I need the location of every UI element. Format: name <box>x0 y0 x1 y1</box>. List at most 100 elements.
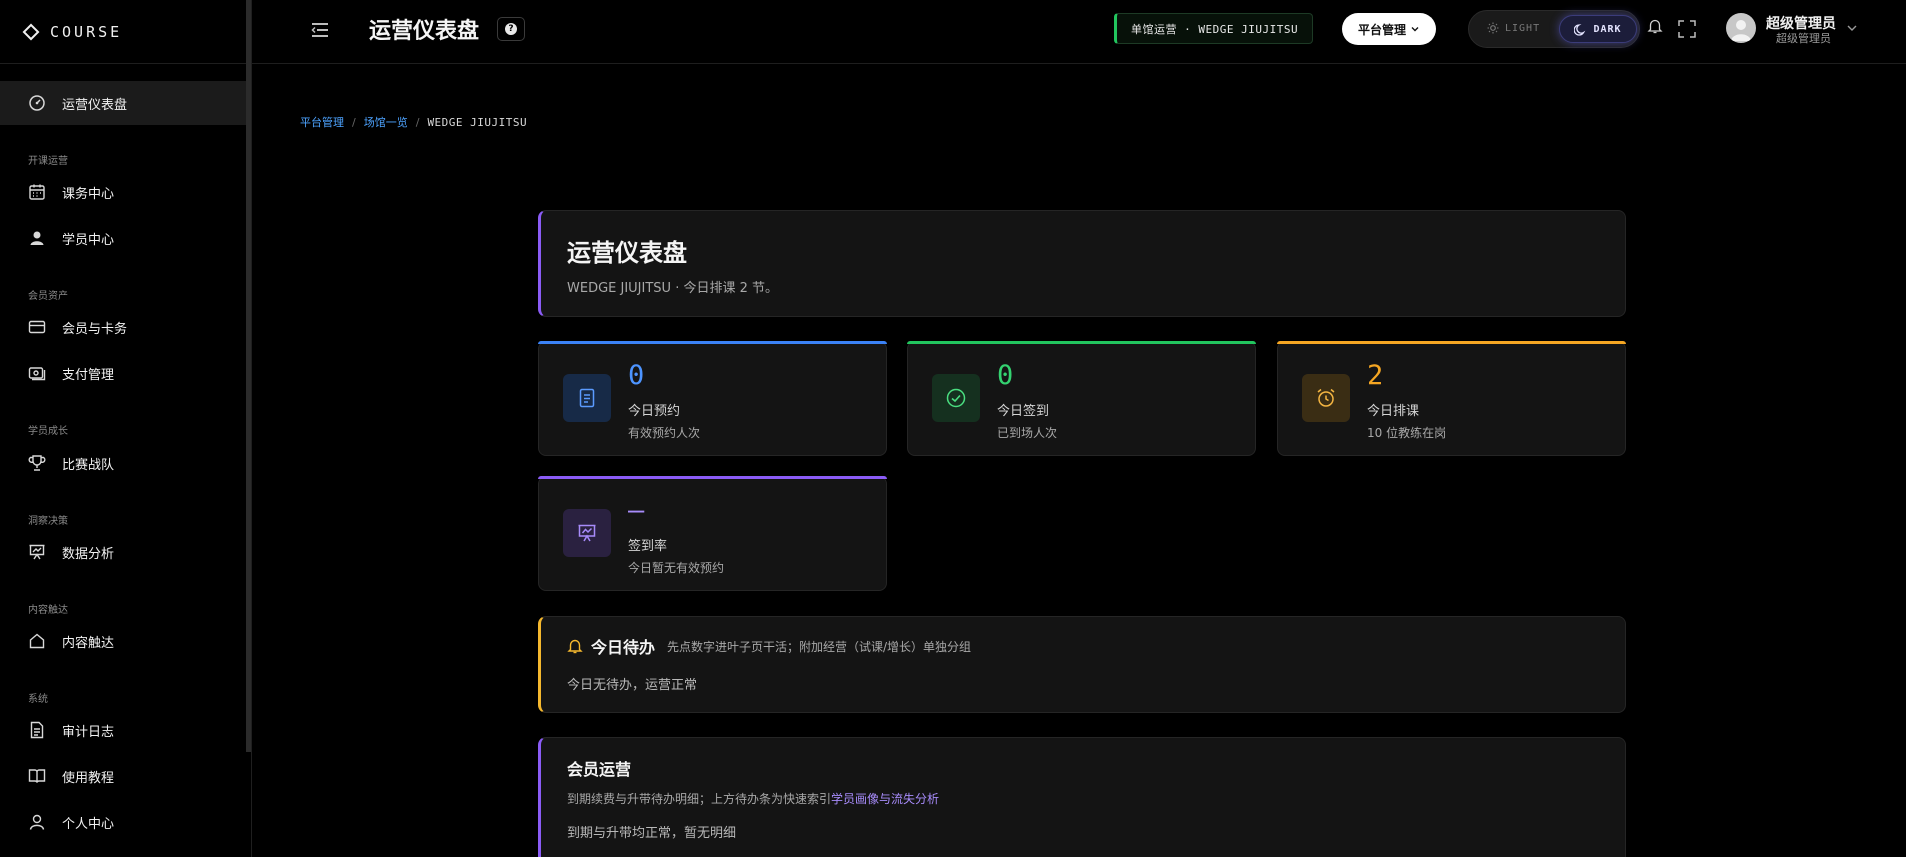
stat-value: 2 <box>1367 360 1384 391</box>
menu-collapse-icon[interactable] <box>310 20 330 40</box>
calendar-icon <box>29 184 45 200</box>
brand-name: COURSE <box>50 22 123 41</box>
fullscreen-icon[interactable] <box>1678 20 1696 38</box>
sidebar-item-tutorial[interactable]: 使用教程 <box>28 766 114 786</box>
todo-title: 今日待办 <box>591 638 656 657</box>
member-empty-message: 到期与升带均正常，暂无明细 <box>567 826 737 841</box>
check-circle-icon <box>946 388 966 408</box>
stat-value: 0 <box>997 360 1014 391</box>
dashboard-hero-card: 运营仪表盘 WEDGE JIUJITSU · 今日排课 2 节。 <box>538 210 1626 317</box>
sidebar-item-profile[interactable]: 个人中心 <box>28 812 114 832</box>
avatar-user-icon <box>1731 20 1751 41</box>
stat-value: — <box>628 495 645 526</box>
stat-accent-bar <box>1277 341 1626 344</box>
home-icon <box>29 633 45 649</box>
stat-label: 今日预约 <box>628 404 681 419</box>
todo-description: 先点数字进叶子页干活；附加经营（试课/增长）单独分组 <box>667 639 972 654</box>
sidebar-item-label: 使用教程 <box>62 770 115 786</box>
presentation-icon <box>578 524 596 542</box>
top-header: 运营仪表盘 ? 单馆运营 · WEDGE JIUJITSU 平台管理 LIGHT… <box>252 0 1906 64</box>
sidebar-item-analytics[interactable]: 数据分析 <box>28 542 114 562</box>
bell-icon[interactable] <box>1647 18 1663 34</box>
theme-dark-option[interactable]: DARK <box>1559 15 1637 43</box>
help-button[interactable]: ? <box>497 17 525 41</box>
sidebar-item-label: 课务中心 <box>62 186 115 202</box>
sidebar: COURSE 运营仪表盘 开课运营 课务中心 学员中心 会员资产 会员与卡务 支… <box>0 0 252 857</box>
member-operations-card: 会员运营 到期续费与升带待办明细；上方待办条为快速索引学员画像与流失分析 到期与… <box>538 737 1626 857</box>
stat-card-checkin-rate[interactable]: — 签到率 今日暂无有效预约 <box>538 476 887 591</box>
help-icon: ? <box>505 23 517 35</box>
stat-accent-bar <box>538 476 887 479</box>
sidebar-section-label: 系统 <box>28 694 48 705</box>
chevron-down-icon <box>1411 27 1419 32</box>
moon-icon <box>1574 23 1586 36</box>
sidebar-section-label: 会员资产 <box>28 291 68 302</box>
sidebar-section-label: 学员成长 <box>28 426 68 437</box>
stat-label: 今日排课 <box>1367 404 1420 419</box>
breadcrumb-current: WEDGE JIUJITSU <box>427 115 528 129</box>
sidebar-item-audit-log[interactable]: 审计日志 <box>28 720 114 740</box>
sidebar-item-membership[interactable]: 会员与卡务 <box>28 317 127 337</box>
breadcrumb-separator: / <box>352 115 356 129</box>
gauge-icon <box>29 95 45 111</box>
theme-dark-label: DARK <box>1593 23 1622 35</box>
breadcrumb-link-platform[interactable]: 平台管理 <box>300 114 344 130</box>
sidebar-item-label: 运营仪表盘 <box>62 97 128 113</box>
sidebar-item-teams[interactable]: 比赛战队 <box>28 453 114 473</box>
user-icon <box>30 231 44 245</box>
brand[interactable]: COURSE <box>0 0 251 64</box>
hero-subtitle: WEDGE JIUJITSU · 今日排课 2 节。 <box>567 281 778 296</box>
stat-accent-bar <box>538 341 887 344</box>
stat-note: 10 位教练在岗 <box>1367 426 1447 440</box>
presentation-icon <box>29 544 45 560</box>
sidebar-item-label: 支付管理 <box>62 367 115 383</box>
avatar[interactable] <box>1726 13 1756 43</box>
document-icon <box>30 721 44 739</box>
user-outline-icon <box>29 814 45 830</box>
sidebar-item-courses[interactable]: 课务中心 <box>28 182 114 202</box>
payment-icon <box>28 367 46 381</box>
sidebar-section-label: 开课运营 <box>28 156 68 167</box>
breadcrumb-separator: / <box>415 115 420 129</box>
breadcrumb: 平台管理 / 场馆一览 / WEDGE JIUJITSU <box>300 114 527 130</box>
stat-icon-box <box>563 374 611 422</box>
sidebar-item-payments[interactable]: 支付管理 <box>28 363 114 383</box>
theme-toggle[interactable]: LIGHT DARK <box>1468 10 1640 48</box>
bell-icon <box>567 639 583 654</box>
member-description-text: 到期续费与升带待办明细；上方待办条为快速索引 <box>567 792 832 806</box>
stat-card-bookings[interactable]: 0 今日预约 有效预约人次 <box>538 341 887 456</box>
stat-card-schedule[interactable]: 2 今日排课 10 位教练在岗 <box>1277 341 1626 456</box>
sidebar-item-label: 数据分析 <box>62 546 115 562</box>
platform-menu-button[interactable]: 平台管理 <box>1342 13 1436 45</box>
stat-note: 已到场人次 <box>997 426 1058 440</box>
sidebar-item-label: 内容触达 <box>62 635 115 651</box>
user-role: 超级管理员 <box>1776 32 1831 45</box>
diamond-logo-icon <box>22 23 40 40</box>
sidebar-item-students[interactable]: 学员中心 <box>28 228 114 248</box>
hero-title: 运营仪表盘 <box>567 239 687 267</box>
document-icon <box>579 388 595 408</box>
theme-light-label: LIGHT <box>1505 22 1541 34</box>
stat-card-checkins[interactable]: 0 今日签到 已到场人次 <box>907 341 1256 456</box>
trophy-icon <box>28 455 46 471</box>
breadcrumb-link-venues[interactable]: 场馆一览 <box>364 114 408 130</box>
stat-accent-bar <box>907 341 1256 344</box>
sidebar-item-dashboard[interactable]: 运营仪表盘 <box>28 93 127 113</box>
stat-label: 今日签到 <box>997 404 1050 419</box>
stat-value: 0 <box>628 360 645 391</box>
member-description: 到期续费与升带待办明细；上方待办条为快速索引学员画像与流失分析 <box>567 790 939 807</box>
chevron-down-icon[interactable] <box>1846 22 1858 34</box>
page-title: 运营仪表盘 <box>369 19 480 44</box>
todo-empty-message: 今日无待办，运营正常 <box>567 678 698 693</box>
stat-icon-box <box>1302 374 1350 422</box>
sidebar-item-label: 会员与卡务 <box>62 321 128 337</box>
member-analysis-link[interactable]: 学员画像与流失分析 <box>831 792 939 806</box>
sidebar-item-content[interactable]: 内容触达 <box>28 631 114 651</box>
sidebar-item-label: 学员中心 <box>62 232 115 248</box>
alarm-clock-icon <box>1317 388 1335 407</box>
stat-label: 签到率 <box>628 539 668 554</box>
book-icon <box>28 769 46 783</box>
theme-light-option[interactable]: LIGHT <box>1487 22 1540 34</box>
sidebar-section-label: 内容触达 <box>28 605 68 616</box>
sidebar-scrollbar[interactable] <box>246 0 251 752</box>
